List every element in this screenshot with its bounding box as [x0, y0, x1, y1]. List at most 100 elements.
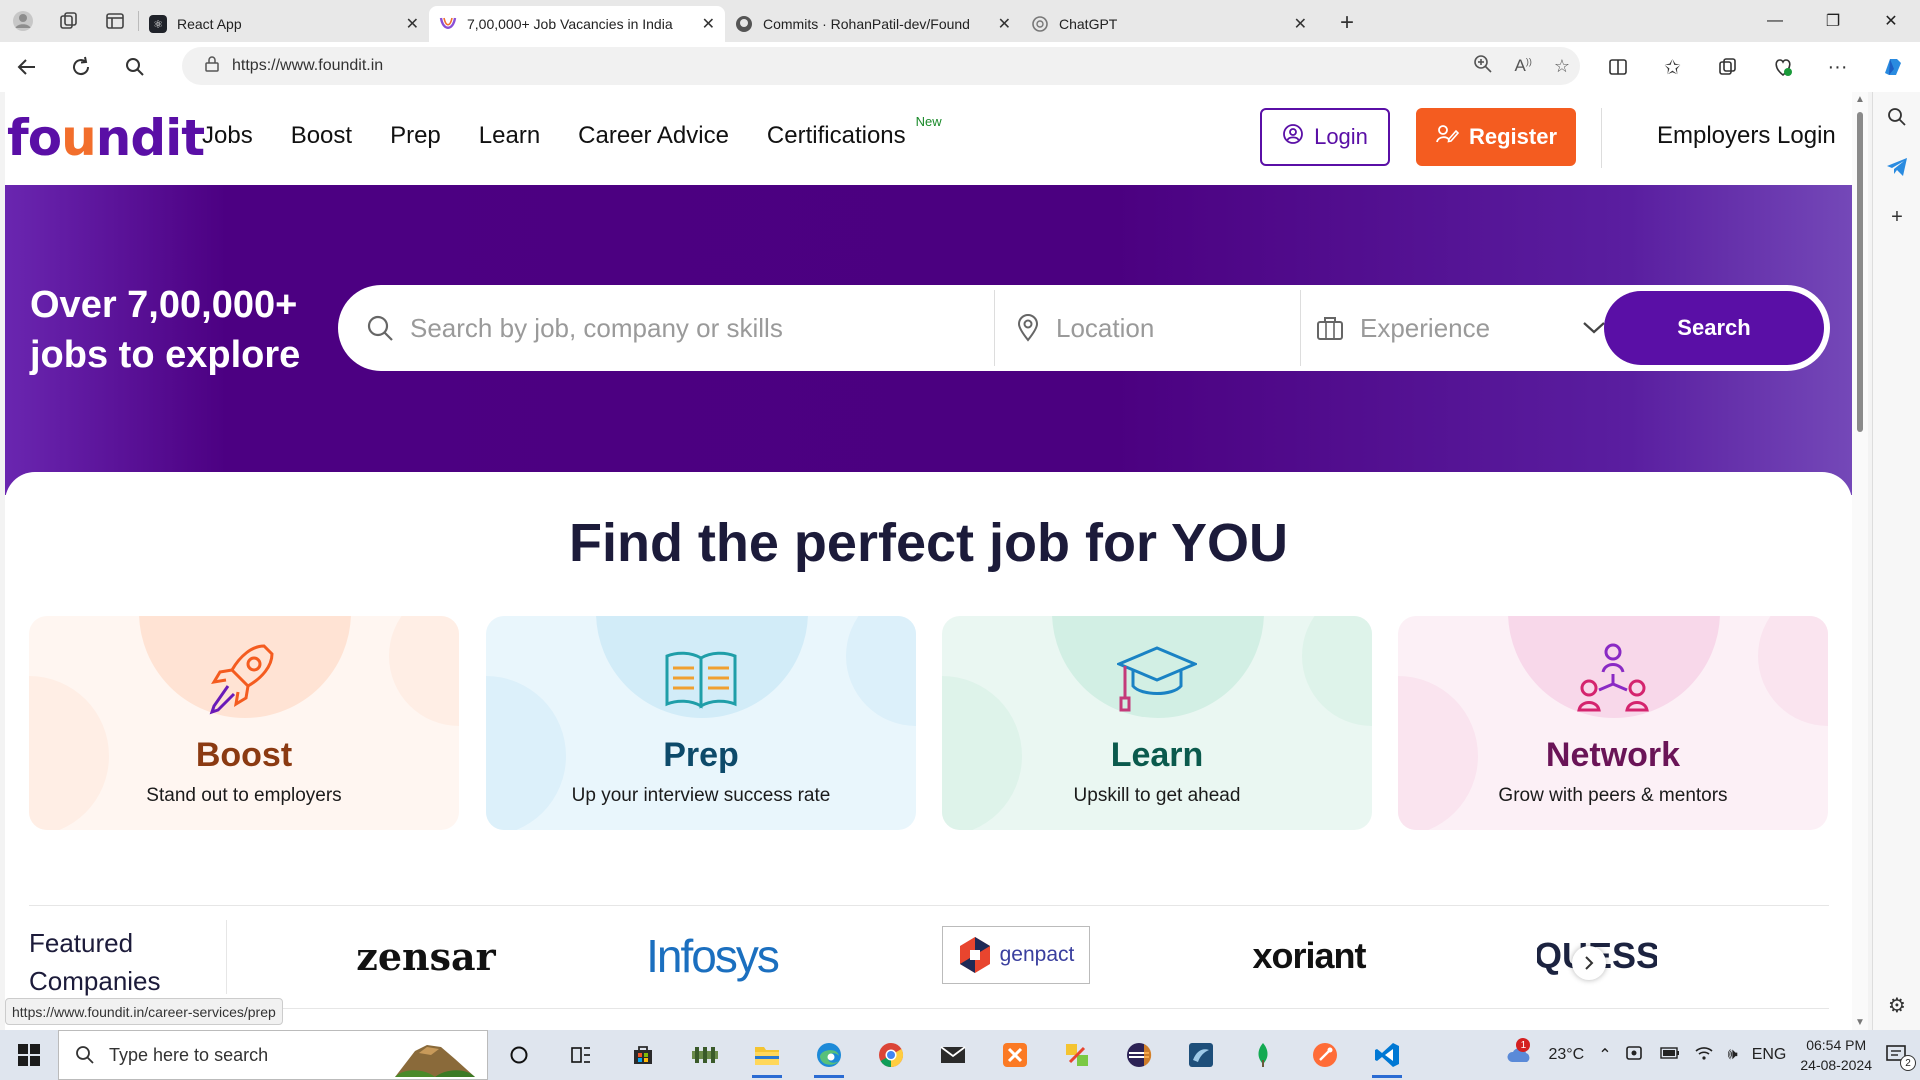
- company-logo-zensar[interactable]: zensar: [351, 926, 501, 986]
- edge-icon[interactable]: [798, 1030, 860, 1080]
- back-icon[interactable]: [0, 42, 54, 92]
- favorites-icon[interactable]: ✩: [1645, 42, 1700, 92]
- task-view-icon[interactable]: [550, 1030, 612, 1080]
- wifi-icon[interactable]: [1694, 1045, 1714, 1066]
- nav-jobs[interactable]: Jobs: [202, 122, 253, 150]
- zoom-icon[interactable]: [1473, 54, 1493, 79]
- nav-learn[interactable]: Learn: [479, 122, 540, 150]
- windows-start-icon[interactable]: [0, 1030, 58, 1080]
- postman-icon[interactable]: [1294, 1030, 1356, 1080]
- tab-foundit[interactable]: 7,00,000+ Job Vacancies in India ✕: [429, 6, 725, 42]
- url-field[interactable]: https://www.foundit.in A)) ☆: [182, 47, 1580, 85]
- mongodb-icon[interactable]: [1232, 1030, 1294, 1080]
- nav-boost[interactable]: Boost: [291, 122, 352, 150]
- store-icon[interactable]: [612, 1030, 674, 1080]
- restore-icon[interactable]: ❐: [1804, 0, 1862, 42]
- experience-dropdown[interactable]: Experience: [1316, 285, 1606, 371]
- search-icon[interactable]: [108, 42, 162, 92]
- browser-essentials-icon[interactable]: [1755, 42, 1810, 92]
- notifications-icon[interactable]: 2: [1886, 1045, 1916, 1071]
- card-decoration: [1758, 616, 1828, 726]
- scrollbar-thumb[interactable]: [1857, 112, 1863, 432]
- sidebar-settings-icon[interactable]: ⚙: [1873, 980, 1920, 1030]
- eclipse-icon[interactable]: [1108, 1030, 1170, 1080]
- company-logo-infosys[interactable]: Infosys: [646, 926, 780, 986]
- close-icon[interactable]: ✕: [998, 14, 1011, 34]
- cortana-icon[interactable]: [488, 1030, 550, 1080]
- prep-card[interactable]: Prep Up your interview success rate: [486, 616, 916, 830]
- page-viewport: foundit Jobs Boost Prep Learn Career Adv…: [5, 92, 1852, 1030]
- network-tool-icon[interactable]: [674, 1030, 736, 1080]
- weather-temperature[interactable]: 23°C: [1548, 1046, 1584, 1064]
- register-button[interactable]: Register: [1416, 108, 1576, 166]
- nav-prep[interactable]: Prep: [390, 122, 441, 150]
- keyword-search-field[interactable]: Search by job, company or skills: [366, 285, 966, 371]
- carousel-next-button[interactable]: [1572, 946, 1606, 980]
- url-actions: A)) ☆: [1473, 47, 1570, 85]
- collections-icon[interactable]: [1700, 42, 1755, 92]
- nav-career-advice[interactable]: Career Advice: [578, 122, 729, 150]
- clock[interactable]: 06:54 PM 24-08-2024: [1800, 1035, 1872, 1075]
- more-options-icon[interactable]: ···: [1810, 42, 1865, 92]
- volume-icon[interactable]: 🕪: [1728, 1046, 1738, 1064]
- tab-chatgpt[interactable]: ChatGPT ✕: [1021, 6, 1317, 42]
- close-icon[interactable]: ✕: [1294, 14, 1307, 34]
- color-picker-app-icon[interactable]: [1046, 1030, 1108, 1080]
- featured-label-line: Companies: [29, 966, 161, 996]
- weather-icon[interactable]: 1: [1506, 1038, 1534, 1066]
- tab-actions-icon[interactable]: [92, 0, 138, 42]
- close-icon[interactable]: ✕: [406, 14, 419, 34]
- scroll-up-icon[interactable]: ▲: [1855, 94, 1865, 105]
- chevron-down-icon: [1582, 321, 1606, 335]
- telegram-icon[interactable]: [1873, 142, 1920, 192]
- page-scrollbar[interactable]: ▲ ▼: [1852, 92, 1868, 1030]
- copilot-icon[interactable]: [1865, 42, 1920, 92]
- search-button[interactable]: Search: [1604, 291, 1824, 365]
- profile-icon[interactable]: [0, 0, 46, 42]
- clock-date: 24-08-2024: [1800, 1057, 1872, 1073]
- nav-certifications[interactable]: Certifications New: [767, 114, 942, 150]
- battery-icon[interactable]: [1659, 1046, 1680, 1064]
- minimize-icon[interactable]: —: [1746, 0, 1804, 42]
- learn-card[interactable]: Learn Upskill to get ahead: [942, 616, 1372, 830]
- browser-toolbar: ✩ ···: [1590, 42, 1920, 92]
- url-text: https://www.foundit.in: [232, 57, 384, 74]
- sidebar-search-icon[interactable]: [1873, 92, 1920, 142]
- scroll-down-icon[interactable]: ▼: [1855, 1017, 1865, 1028]
- search-field-divider: [1300, 290, 1301, 366]
- taskbar-search-field[interactable]: Type here to search: [58, 1030, 488, 1080]
- vscode-icon[interactable]: [1356, 1030, 1418, 1080]
- network-card[interactable]: Network Grow with peers & mentors: [1398, 616, 1828, 830]
- chevron-up-icon[interactable]: ⌃: [1598, 1045, 1611, 1065]
- close-icon[interactable]: ✕: [702, 14, 715, 34]
- employers-login-link[interactable]: Employers Login: [1657, 122, 1836, 150]
- language-indicator[interactable]: ENG: [1752, 1046, 1787, 1064]
- main-nav: Jobs Boost Prep Learn Career Advice Cert…: [202, 114, 942, 150]
- company-logo-genpact[interactable]: genpact: [942, 926, 1090, 984]
- read-aloud-icon[interactable]: A)): [1515, 56, 1532, 76]
- tab-label: 7,00,000+ Job Vacancies in India: [467, 16, 673, 32]
- mail-icon[interactable]: [922, 1030, 984, 1080]
- new-tab-button[interactable]: +: [1327, 5, 1367, 41]
- login-button[interactable]: Login: [1260, 108, 1390, 166]
- boost-card[interactable]: Boost Stand out to employers: [29, 616, 459, 830]
- refresh-icon[interactable]: [54, 42, 108, 92]
- company-logo-xoriant[interactable]: xoriant: [1239, 926, 1379, 986]
- tab-label: ChatGPT: [1059, 16, 1118, 32]
- mysql-workbench-icon[interactable]: [1170, 1030, 1232, 1080]
- tab-github-commits[interactable]: Commits · RohanPatil-dev/Found ✕: [725, 6, 1021, 42]
- meet-now-icon[interactable]: [1625, 1045, 1646, 1066]
- location-field[interactable]: Location: [1016, 285, 1286, 371]
- tab-react-app[interactable]: ⚛ React App ✕: [139, 6, 429, 42]
- foundit-logo[interactable]: foundit: [7, 109, 205, 167]
- split-screen-icon[interactable]: [1590, 42, 1645, 92]
- chrome-icon[interactable]: [860, 1030, 922, 1080]
- workspaces-icon[interactable]: [46, 0, 92, 42]
- lock-icon[interactable]: [192, 56, 232, 76]
- xampp-icon[interactable]: [984, 1030, 1046, 1080]
- featured-companies: Featured Companies zensar Infosys genpac…: [29, 905, 1829, 1009]
- favorite-star-icon[interactable]: ☆: [1554, 56, 1570, 77]
- add-sidebar-app-icon[interactable]: +: [1873, 192, 1920, 242]
- file-explorer-icon[interactable]: [736, 1030, 798, 1080]
- close-window-icon[interactable]: ✕: [1862, 0, 1920, 42]
